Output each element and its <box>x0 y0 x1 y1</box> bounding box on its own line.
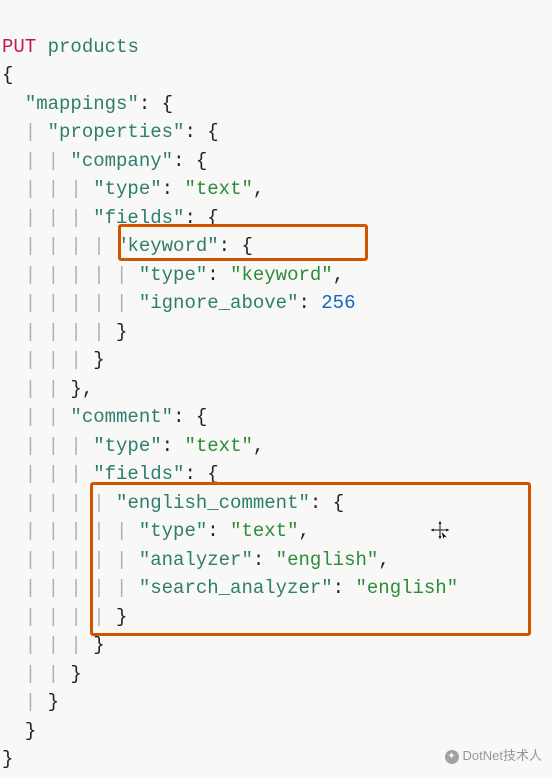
watermark: ✦ DotNet技术人 <box>445 746 542 766</box>
key-comment: comment <box>82 406 162 428</box>
val-keyword: keyword <box>241 264 321 286</box>
val-english2: english <box>367 577 447 599</box>
watermark-text: DotNet技术人 <box>463 748 542 763</box>
key-fields: fields <box>105 207 173 229</box>
key-ignore-above: ignore_above <box>150 292 287 314</box>
val-text2: text <box>196 435 242 457</box>
key-type: type <box>105 178 151 200</box>
val-ignore-above: 256 <box>321 292 355 314</box>
key-english-comment: english_comment <box>127 492 298 514</box>
wechat-icon: ✦ <box>445 750 459 764</box>
code-block: PUT products { "mappings": { | "properti… <box>0 0 552 778</box>
key-properties: properties <box>59 121 173 143</box>
http-method: PUT <box>2 36 36 58</box>
key-search-analyzer: search_analyzer <box>150 577 321 599</box>
key-company: company <box>82 150 162 172</box>
val-text: text <box>196 178 242 200</box>
key-type3: type <box>105 435 151 457</box>
key-type2: type <box>150 264 196 286</box>
key-type4: type <box>150 520 196 542</box>
http-path: products <box>48 36 139 58</box>
key-analyzer: analyzer <box>150 549 241 571</box>
val-english: english <box>287 549 367 571</box>
key-keyword: keyword <box>127 235 207 257</box>
key-fields2: fields <box>105 463 173 485</box>
key-mappings: mappings <box>36 93 127 115</box>
val-text3: text <box>241 520 287 542</box>
